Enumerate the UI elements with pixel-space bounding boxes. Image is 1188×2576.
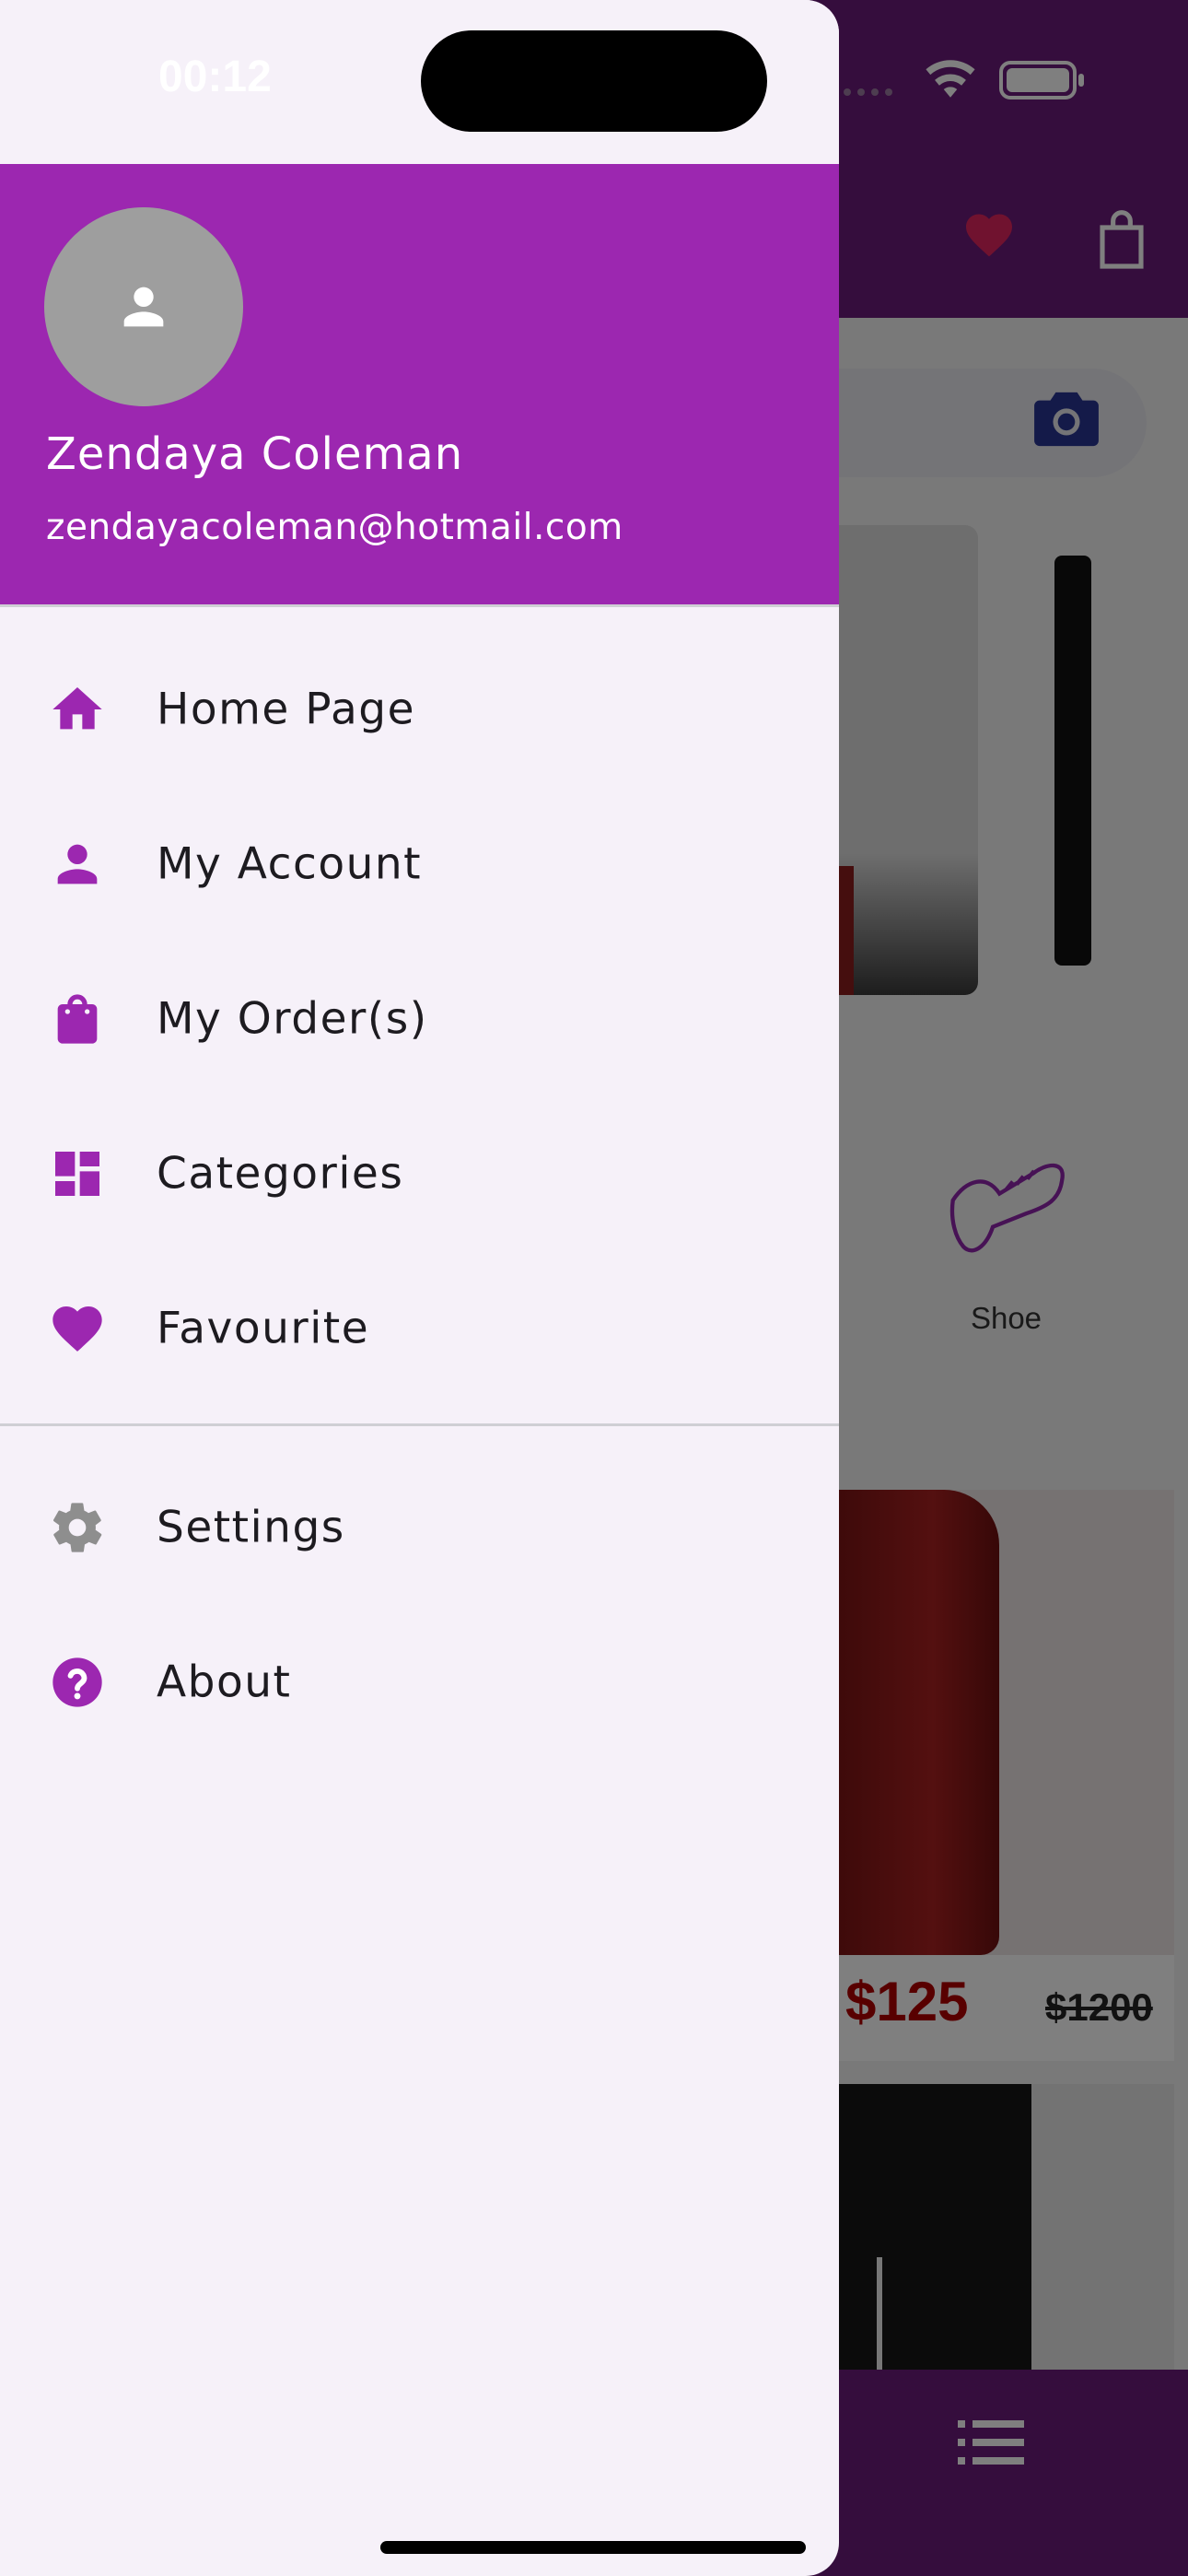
status-time: 00:12 [158,53,272,101]
dynamic-island [421,30,767,132]
divider [0,604,839,607]
screen: Shoe $125 $1200 00:12 Z [0,0,1188,2576]
heart-icon [52,1306,102,1352]
menu-item-my-orders[interactable]: My Order(s) [0,942,839,1096]
menu-item-label: Favourite [157,1303,370,1354]
gear-icon [52,1503,102,1552]
menu-item-label: About [157,1657,292,1708]
menu-item-label: Categories [157,1148,404,1200]
menu-item-label: My Account [157,838,423,890]
shopping-bag-icon [57,994,98,1044]
user-name: Zendaya Coleman [46,428,464,480]
dashboard-icon [55,1152,99,1196]
menu-item-home-page[interactable]: Home Page [0,632,839,787]
menu-item-label: My Order(s) [157,993,428,1045]
menu-item-label: Home Page [157,684,416,735]
menu-item-categories[interactable]: Categories [0,1096,839,1251]
home-indicator[interactable] [380,2541,806,2554]
user-email: zendayacoleman@hotmail.com [46,507,623,548]
menu-item-label: Settings [157,1502,345,1553]
person-icon [123,287,164,327]
home-icon [52,687,102,730]
person-icon [57,844,98,884]
menu-item-about[interactable]: About [0,1605,839,1760]
avatar[interactable] [44,207,243,406]
divider [0,1423,839,1426]
navigation-drawer: 00:12 Zendaya Coleman zendayacoleman@hot… [0,0,839,2576]
help-icon [52,1657,102,1707]
menu-item-my-account[interactable]: My Account [0,787,839,942]
menu-item-settings[interactable]: Settings [0,1450,839,1605]
menu-item-favourite[interactable]: Favourite [0,1251,839,1406]
